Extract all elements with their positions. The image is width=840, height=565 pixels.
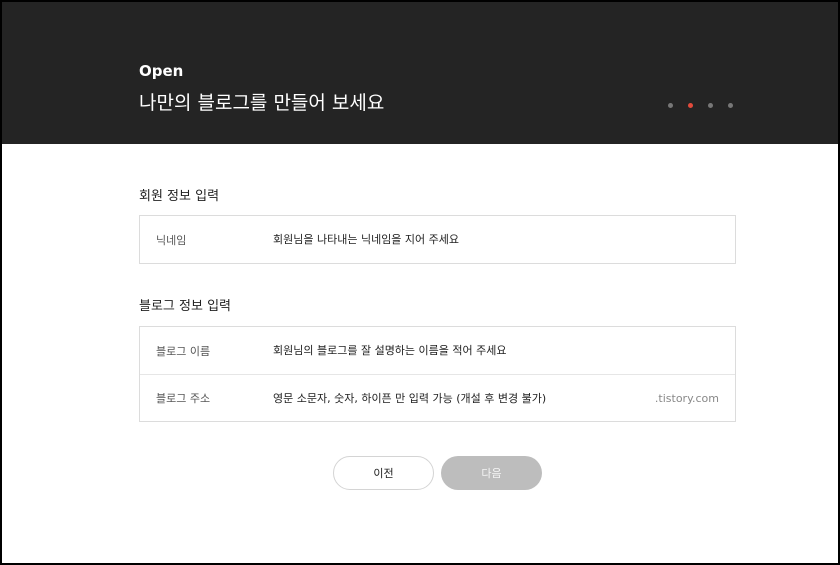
- blog-name-row: 블로그 이름: [140, 327, 735, 374]
- page-frame: Open 나만의 블로그를 만들어 보세요 회원 정보 입력 닉네임 블로그 정…: [0, 0, 840, 565]
- header-kicker: Open: [139, 62, 184, 80]
- blog-section-title: 블로그 정보 입력: [139, 299, 231, 314]
- member-section-title: 회원 정보 입력: [139, 189, 220, 204]
- blog-address-label: 블로그 주소: [156, 392, 211, 405]
- step-indicator: [668, 103, 733, 108]
- step-dot-3: [708, 103, 713, 108]
- page-header: Open 나만의 블로그를 만들어 보세요: [2, 2, 838, 144]
- blog-address-suffix: .tistory.com: [654, 391, 719, 405]
- prev-button[interactable]: 이전: [333, 456, 434, 490]
- member-info-card: 닉네임: [139, 215, 736, 264]
- step-dot-2-active: [688, 103, 693, 108]
- nickname-input[interactable]: [273, 233, 713, 246]
- nickname-label: 닉네임: [156, 233, 187, 247]
- blog-address-row: 블로그 주소 .tistory.com: [140, 374, 735, 421]
- blog-name-label: 블로그 이름: [156, 344, 211, 358]
- blog-address-input[interactable]: [273, 391, 643, 405]
- nickname-row: 닉네임: [140, 216, 735, 263]
- step-dot-1: [668, 103, 673, 108]
- step-dot-4: [728, 103, 733, 108]
- page-title: 나만의 블로그를 만들어 보세요: [139, 92, 385, 114]
- next-button[interactable]: 다음: [441, 456, 542, 490]
- blog-name-input[interactable]: [273, 344, 713, 357]
- blog-info-card: 블로그 이름 블로그 주소 .tistory.com: [139, 326, 736, 422]
